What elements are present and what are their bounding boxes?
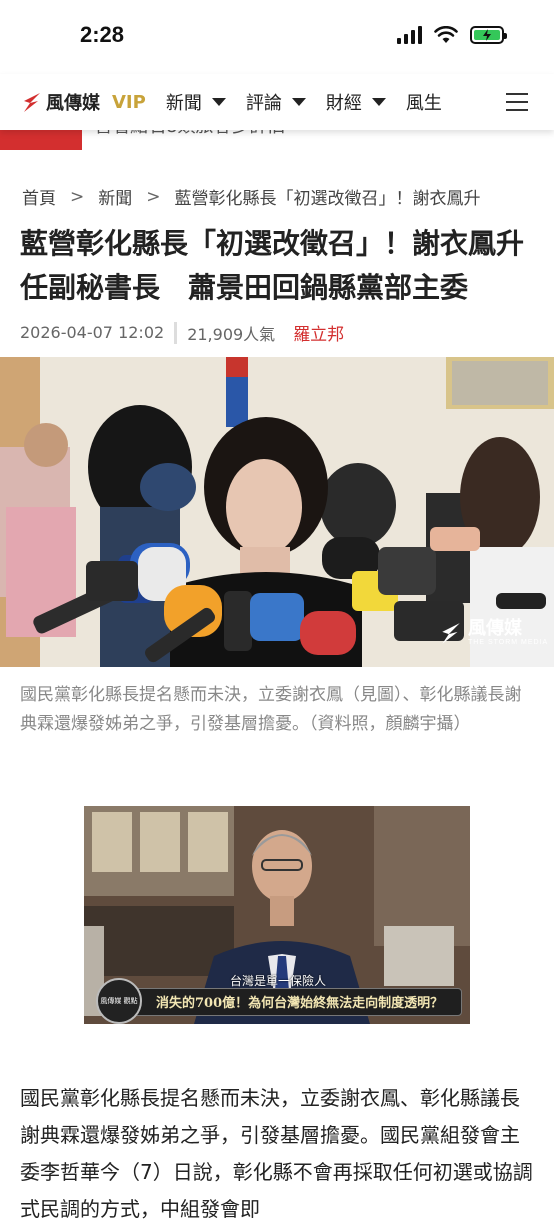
- video-channel-badge: 風傳媒 觀點: [96, 978, 142, 1024]
- nav-item-opinion[interactable]: 評論: [246, 89, 306, 115]
- site-logo[interactable]: 風傳媒: [22, 89, 100, 115]
- article-meta: 2026-04-07 12:02 21,909人氣 羅立邦: [20, 320, 344, 345]
- status-time: 2:28: [80, 22, 125, 47]
- caret-down-icon: [211, 98, 226, 106]
- status-bar: 2:28: [0, 0, 554, 74]
- cellular-signal-icon: [397, 26, 422, 44]
- nav-item-label: 新聞: [165, 93, 202, 114]
- site-logo-text: 風傳媒: [46, 93, 100, 114]
- chevron-right-icon: >: [146, 186, 161, 207]
- article-views: 21,909人氣: [187, 324, 276, 344]
- storm-logo-icon: [442, 622, 460, 644]
- site-nav: 風傳媒 VIP 新聞 評論 財經 風生: [0, 74, 554, 130]
- caret-down-icon: [371, 98, 386, 106]
- embedded-video[interactable]: 台灣是單一保險人 消失的700億！為何台灣始終無法走向制度透明？ 風傳媒 觀點: [84, 806, 470, 1024]
- chevron-right-icon: >: [70, 186, 85, 207]
- photo-watermark-subtext: THE STORM MEDIA: [468, 639, 549, 646]
- caret-down-icon: [291, 98, 306, 106]
- photo-watermark: 風傳媒 THE STORM MEDIA: [440, 619, 548, 646]
- breadcrumb-news[interactable]: 新聞: [98, 184, 132, 209]
- photo-caption: 國民黨彰化縣長提名懸而未決，立委謝衣鳳（見圖）、彰化縣議長謝典霖還爆發姊弟之爭，…: [20, 685, 522, 734]
- photo-watermark-text: 風傳媒: [468, 618, 522, 639]
- breadcrumb: 首頁 > 新聞 > 藍營彰化縣長「初選改徵召」！謝衣鳳升: [22, 184, 481, 210]
- article-datetime: 2026-04-07 12:02: [20, 323, 165, 342]
- nav-item-finance[interactable]: 財經: [326, 89, 386, 115]
- video-title: 消失的700億！為何台灣始終無法走向制度透明？: [156, 996, 444, 1011]
- nav-item-label: 財經: [325, 93, 362, 114]
- nav-item-news[interactable]: 新聞: [166, 89, 226, 115]
- nav-item-label: 風生: [405, 93, 442, 114]
- article-photo: 風傳媒 THE STORM MEDIA: [0, 357, 554, 667]
- breadcrumb-home[interactable]: 首頁: [22, 184, 56, 209]
- video-subtitle: 台灣是單一保險人: [230, 974, 327, 988]
- article-body: 國民黨彰化縣長提名懸而未決，立委謝衣鳳、彰化縣議長謝典霖還爆發姊弟之爭，引發基層…: [20, 1086, 533, 1221]
- nav-item-fengsheng[interactable]: 風生: [406, 89, 442, 115]
- status-icons: [397, 26, 507, 44]
- article-author[interactable]: 羅立邦: [293, 320, 344, 345]
- storm-logo-icon: [24, 93, 40, 112]
- battery-charging-icon: [470, 26, 507, 44]
- meta-divider: [174, 321, 178, 344]
- nav-vip-link[interactable]: VIP: [112, 92, 146, 113]
- hamburger-menu-icon[interactable]: [506, 93, 528, 111]
- article-title: 藍營彰化縣長「初選改徵召」！謝衣鳳升任副秘書長 蕭景田回鍋縣黨部主委: [20, 227, 525, 304]
- wifi-icon: [434, 26, 458, 43]
- nav-item-label: 評論: [245, 93, 282, 114]
- breadcrumb-current: 藍營彰化縣長「初選改徵召」！謝衣鳳升: [174, 189, 481, 209]
